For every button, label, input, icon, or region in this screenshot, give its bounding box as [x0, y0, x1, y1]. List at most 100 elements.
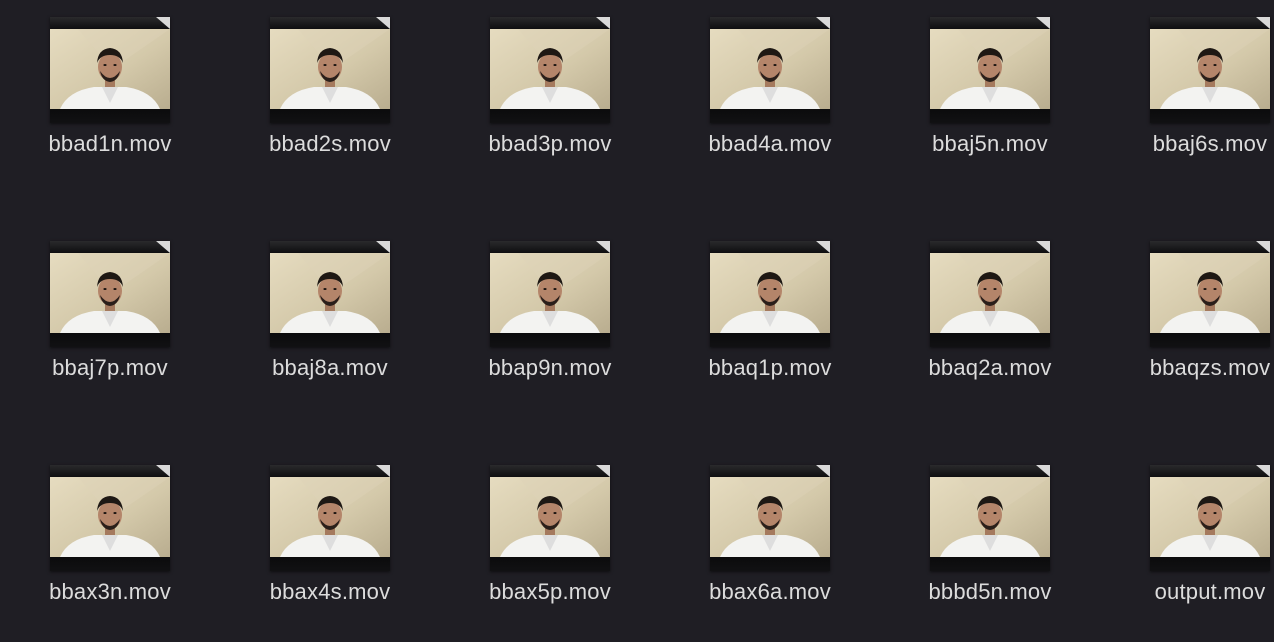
file-item[interactable]: bbax5p.mov — [440, 448, 660, 642]
video-thumbnail-icon[interactable] — [50, 241, 170, 347]
file-name-label[interactable]: bbad4a.mov — [660, 131, 880, 157]
file-name-label[interactable]: bbaj8a.mov — [220, 355, 440, 381]
file-item[interactable]: bbad3p.mov — [440, 0, 660, 200]
video-thumbnail-icon[interactable] — [490, 17, 610, 123]
file-item[interactable]: bbaj7p.mov — [0, 224, 220, 424]
page-fold-icon — [816, 465, 830, 477]
video-thumbnail-icon[interactable] — [270, 17, 390, 123]
video-frame-image — [1150, 477, 1270, 557]
file-item[interactable]: bbbd5n.mov — [880, 448, 1100, 642]
file-name-label[interactable]: bbax6a.mov — [660, 579, 880, 605]
video-thumbnail-icon[interactable] — [50, 465, 170, 571]
video-thumbnail-icon[interactable] — [1150, 17, 1270, 123]
file-item[interactable]: bbaj8a.mov — [220, 224, 440, 424]
file-name-label[interactable]: bbaj7p.mov — [0, 355, 220, 381]
file-name-label[interactable]: bbaq2a.mov — [880, 355, 1100, 381]
film-strip-bottom — [50, 557, 170, 571]
film-strip-bottom — [490, 557, 610, 571]
film-strip-bottom — [710, 333, 830, 347]
film-strip-bottom — [930, 557, 1050, 571]
page-fold-icon — [1036, 17, 1050, 29]
page-fold-icon — [816, 241, 830, 253]
file-name-label[interactable]: bbaj6s.mov — [1100, 131, 1274, 157]
video-thumbnail-icon[interactable] — [1150, 241, 1270, 347]
film-strip-top — [50, 241, 170, 253]
file-name-label[interactable]: bbad3p.mov — [440, 131, 660, 157]
video-thumbnail-icon[interactable] — [930, 17, 1050, 123]
file-name-label[interactable]: bbad2s.mov — [220, 131, 440, 157]
file-name-label[interactable]: bbax5p.mov — [440, 579, 660, 605]
video-thumbnail-icon[interactable] — [50, 17, 170, 123]
file-item[interactable]: bbad2s.mov — [220, 0, 440, 200]
file-grid: bbad1n.mov bbad2s.mov bbad3p.mov bbad4a.… — [0, 0, 1274, 642]
file-name-label[interactable]: bbbd5n.mov — [880, 579, 1100, 605]
video-frame-image — [490, 253, 610, 333]
page-fold-icon — [816, 17, 830, 29]
page-fold-icon — [1036, 241, 1050, 253]
film-strip-top — [710, 241, 830, 253]
film-strip-top — [490, 241, 610, 253]
film-strip-bottom — [1150, 109, 1270, 123]
video-frame-image — [710, 253, 830, 333]
file-name-label[interactable]: bbax4s.mov — [220, 579, 440, 605]
file-item[interactable]: bbaj6s.mov — [1100, 0, 1274, 200]
film-strip-top — [1150, 241, 1270, 253]
page-fold-icon — [596, 17, 610, 29]
video-thumbnail-icon[interactable] — [710, 241, 830, 347]
page-fold-icon — [1256, 241, 1270, 253]
video-frame-image — [930, 477, 1050, 557]
film-strip-bottom — [270, 109, 390, 123]
page-fold-icon — [1256, 465, 1270, 477]
file-name-label[interactable]: bbaqzs.mov — [1100, 355, 1274, 381]
file-name-label[interactable]: bbad1n.mov — [0, 131, 220, 157]
page-fold-icon — [1256, 17, 1270, 29]
film-strip-bottom — [490, 109, 610, 123]
file-item[interactable]: output.mov — [1100, 448, 1274, 642]
file-item[interactable]: bbaqzs.mov — [1100, 224, 1274, 424]
film-strip-bottom — [930, 333, 1050, 347]
page-fold-icon — [596, 465, 610, 477]
video-thumbnail-icon[interactable] — [710, 465, 830, 571]
film-strip-top — [930, 465, 1050, 477]
file-item[interactable]: bbaq2a.mov — [880, 224, 1100, 424]
file-item[interactable]: bbax4s.mov — [220, 448, 440, 642]
video-frame-image — [1150, 29, 1270, 109]
video-thumbnail-icon[interactable] — [710, 17, 830, 123]
film-strip-bottom — [490, 333, 610, 347]
video-frame-image — [710, 477, 830, 557]
video-thumbnail-icon[interactable] — [270, 241, 390, 347]
video-frame-image — [1150, 253, 1270, 333]
file-item[interactable]: bbaj5n.mov — [880, 0, 1100, 200]
video-frame-image — [930, 29, 1050, 109]
film-strip-bottom — [270, 333, 390, 347]
file-name-label[interactable]: bbax3n.mov — [0, 579, 220, 605]
video-thumbnail-icon[interactable] — [490, 241, 610, 347]
film-strip-bottom — [1150, 333, 1270, 347]
file-item[interactable]: bbax3n.mov — [0, 448, 220, 642]
page-fold-icon — [596, 241, 610, 253]
file-name-label[interactable]: bbaq1p.mov — [660, 355, 880, 381]
film-strip-top — [710, 465, 830, 477]
video-thumbnail-icon[interactable] — [490, 465, 610, 571]
file-item[interactable]: bbap9n.mov — [440, 224, 660, 424]
file-name-label[interactable]: bbaj5n.mov — [880, 131, 1100, 157]
file-item[interactable]: bbad4a.mov — [660, 0, 880, 200]
film-strip-bottom — [710, 109, 830, 123]
film-strip-top — [50, 17, 170, 29]
video-frame-image — [270, 477, 390, 557]
film-strip-bottom — [50, 333, 170, 347]
video-thumbnail-icon[interactable] — [1150, 465, 1270, 571]
file-name-label[interactable]: output.mov — [1100, 579, 1274, 605]
file-item[interactable]: bbax6a.mov — [660, 448, 880, 642]
file-item[interactable]: bbad1n.mov — [0, 0, 220, 200]
video-frame-image — [710, 29, 830, 109]
page-fold-icon — [156, 17, 170, 29]
video-thumbnail-icon[interactable] — [930, 465, 1050, 571]
file-item[interactable]: bbaq1p.mov — [660, 224, 880, 424]
page-fold-icon — [1036, 465, 1050, 477]
film-strip-top — [710, 17, 830, 29]
video-thumbnail-icon[interactable] — [270, 465, 390, 571]
page-fold-icon — [376, 241, 390, 253]
video-thumbnail-icon[interactable] — [930, 241, 1050, 347]
file-name-label[interactable]: bbap9n.mov — [440, 355, 660, 381]
